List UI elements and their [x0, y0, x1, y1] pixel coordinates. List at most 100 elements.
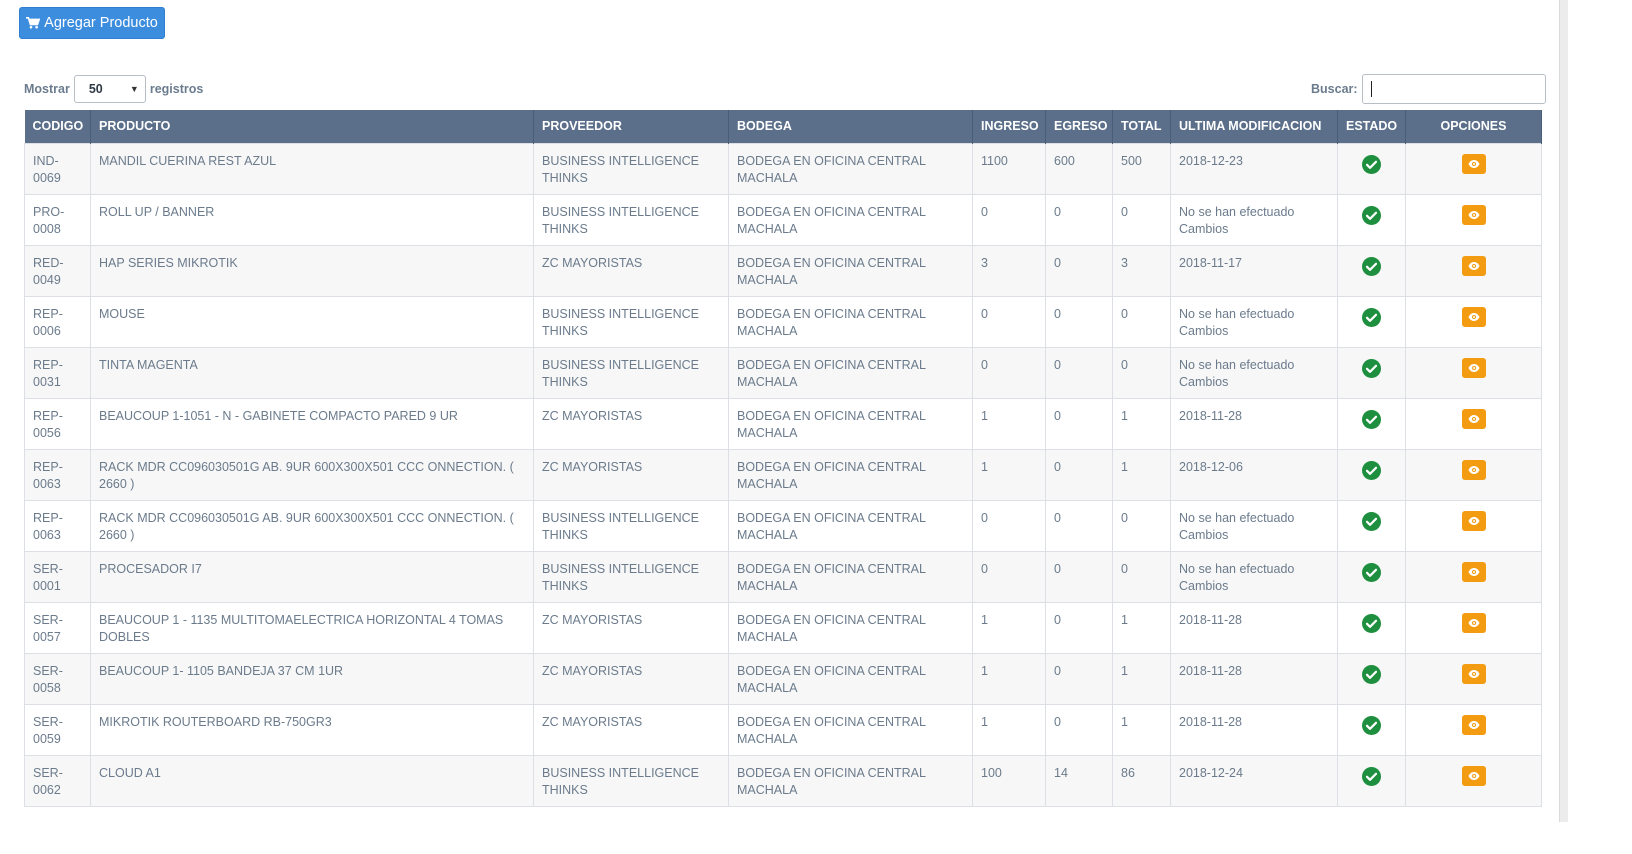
eye-icon: [1468, 771, 1479, 780]
column-header[interactable]: TOTAL: [1112, 110, 1171, 143]
egreso-cell: 0: [1045, 703, 1113, 756]
check-circle-icon: [1362, 358, 1381, 378]
total-cell: 1: [1112, 652, 1171, 705]
check-circle-icon: [1362, 766, 1381, 786]
vertical-scrollbar[interactable]: [1559, 0, 1568, 822]
modificacion-cell: No se han efectuado Cambios: [1170, 550, 1338, 603]
egreso-cell: 0: [1045, 346, 1113, 399]
view-button[interactable]: [1461, 153, 1486, 174]
estado-cell: [1337, 244, 1406, 297]
egreso-cell: 0: [1045, 550, 1113, 603]
proveedor-cell: ZC MAYORISTAS: [533, 703, 729, 756]
bodega-cell: BODEGA EN OFICINA CENTRAL MACHALA: [728, 142, 973, 195]
check-circle-icon: [1362, 562, 1381, 582]
eye-icon: [1468, 210, 1479, 219]
modificacion-cell: No se han efectuado Cambios: [1170, 499, 1338, 552]
estado-cell: [1337, 295, 1406, 348]
bodega-cell: BODEGA EN OFICINA CENTRAL MACHALA: [728, 295, 973, 348]
egreso-cell: 0: [1045, 193, 1113, 246]
search-label: Buscar:: [1311, 82, 1358, 96]
view-button[interactable]: [1461, 408, 1486, 429]
page-length-value: 50: [88, 82, 103, 96]
proveedor-cell: ZC MAYORISTAS: [533, 652, 729, 705]
eye-icon: [1468, 720, 1479, 729]
check-circle-icon: [1362, 256, 1381, 276]
view-button[interactable]: [1461, 510, 1486, 531]
codigo-cell: PRO-0008: [24, 193, 91, 246]
eye-icon: [1468, 414, 1479, 423]
estado-cell: [1337, 142, 1406, 195]
opciones-cell: [1405, 397, 1542, 450]
total-cell: 1: [1112, 397, 1171, 450]
eye-icon: [1468, 618, 1479, 627]
producto-cell: CLOUD A1: [90, 754, 534, 807]
ingreso-cell: 100: [972, 754, 1046, 807]
total-cell: 0: [1112, 550, 1171, 603]
table-row: PRO-0008 ROLL UP / BANNER BUSINESS INTELLI…: [24, 193, 1542, 246]
view-button[interactable]: [1461, 765, 1486, 786]
ingreso-cell: 1: [972, 397, 1046, 450]
total-cell: 0: [1112, 193, 1171, 246]
column-header[interactable]: PROVEEDOR: [533, 110, 729, 143]
check-circle-icon: [1362, 409, 1381, 429]
eye-icon: [1468, 567, 1479, 576]
column-header[interactable]: CODIGO: [24, 110, 91, 143]
eye-icon: [1468, 159, 1479, 168]
column-header[interactable]: BODEGA: [728, 110, 973, 143]
table-row: SER-0058 BEAUCOUP 1- 1105 BANDEJA 37 CM 1…: [24, 652, 1542, 705]
search-control: Buscar:: [1311, 74, 1546, 104]
total-cell: 0: [1112, 295, 1171, 348]
page-length-select[interactable]: 50 ▼: [73, 75, 146, 103]
view-button[interactable]: [1461, 204, 1486, 225]
bodega-cell: BODEGA EN OFICINA CENTRAL MACHALA: [728, 193, 973, 246]
egreso-cell: 0: [1045, 499, 1113, 552]
estado-cell: [1337, 193, 1406, 246]
column-header[interactable]: INGRESO: [972, 110, 1046, 143]
producto-cell: MOUSE: [90, 295, 534, 348]
check-circle-icon: [1362, 664, 1381, 684]
codigo-cell: SER-0058: [24, 652, 91, 705]
table-row: REP-0006 MOUSE BUSINESS INTELLIGENCE THINK…: [24, 295, 1542, 348]
producto-cell: HAP SERIES MIKROTIK: [90, 244, 534, 297]
egreso-cell: 0: [1045, 652, 1113, 705]
view-button[interactable]: [1461, 663, 1486, 684]
proveedor-cell: BUSINESS INTELLIGENCE THINKS: [533, 499, 729, 552]
check-circle-icon: [1362, 205, 1381, 225]
producto-cell: ROLL UP / BANNER: [90, 193, 534, 246]
modificacion-cell: No se han efectuado Cambios: [1170, 295, 1338, 348]
total-cell: 1: [1112, 601, 1171, 654]
column-header[interactable]: OPCIONES: [1405, 110, 1542, 143]
add-product-button[interactable]: Agregar Producto: [19, 7, 165, 39]
column-header[interactable]: EGRESO: [1045, 110, 1113, 143]
search-input[interactable]: [1361, 74, 1546, 104]
bodega-cell: BODEGA EN OFICINA CENTRAL MACHALA: [728, 550, 973, 603]
modificacion-cell: 2018-11-17: [1170, 244, 1338, 297]
view-button[interactable]: [1461, 612, 1486, 633]
view-button[interactable]: [1461, 255, 1486, 276]
table-row: SER-0059 MIKROTIK ROUTERBOARD RB-750GR3 ZC…: [24, 703, 1542, 756]
proveedor-cell: BUSINESS INTELLIGENCE THINKS: [533, 142, 729, 195]
view-button[interactable]: [1461, 357, 1486, 378]
column-header[interactable]: ESTADO: [1337, 110, 1406, 143]
ingreso-cell: 1: [972, 703, 1046, 756]
codigo-cell: SER-0001: [24, 550, 91, 603]
eye-icon: [1468, 261, 1479, 270]
view-button[interactable]: [1461, 459, 1486, 480]
table-row: REP-0031 TINTA MAGENTA BUSINESS INTELLIGEN…: [24, 346, 1542, 399]
producto-cell: MIKROTIK ROUTERBOARD RB-750GR3: [90, 703, 534, 756]
estado-cell: [1337, 754, 1406, 807]
view-button[interactable]: [1461, 561, 1486, 582]
column-header[interactable]: ULTIMA MODIFICACION: [1170, 110, 1338, 143]
products-table: CODIGO PRODUCTO PROVEEDOR BODEGA INGRESO EGRE…: [24, 110, 1542, 807]
bodega-cell: BODEGA EN OFICINA CENTRAL MACHALA: [728, 601, 973, 654]
view-button[interactable]: [1461, 306, 1486, 327]
ingreso-cell: 1: [972, 652, 1046, 705]
view-button[interactable]: [1461, 714, 1486, 735]
column-header[interactable]: PRODUCTO: [90, 110, 534, 143]
table-row: SER-0001 PROCESADOR I7 BUSINESS INTELLIGEN…: [24, 550, 1542, 603]
bodega-cell: BODEGA EN OFICINA CENTRAL MACHALA: [728, 448, 973, 501]
codigo-cell: REP-0056: [24, 397, 91, 450]
proveedor-cell: BUSINESS INTELLIGENCE THINKS: [533, 550, 729, 603]
egreso-cell: 0: [1045, 397, 1113, 450]
estado-cell: [1337, 448, 1406, 501]
